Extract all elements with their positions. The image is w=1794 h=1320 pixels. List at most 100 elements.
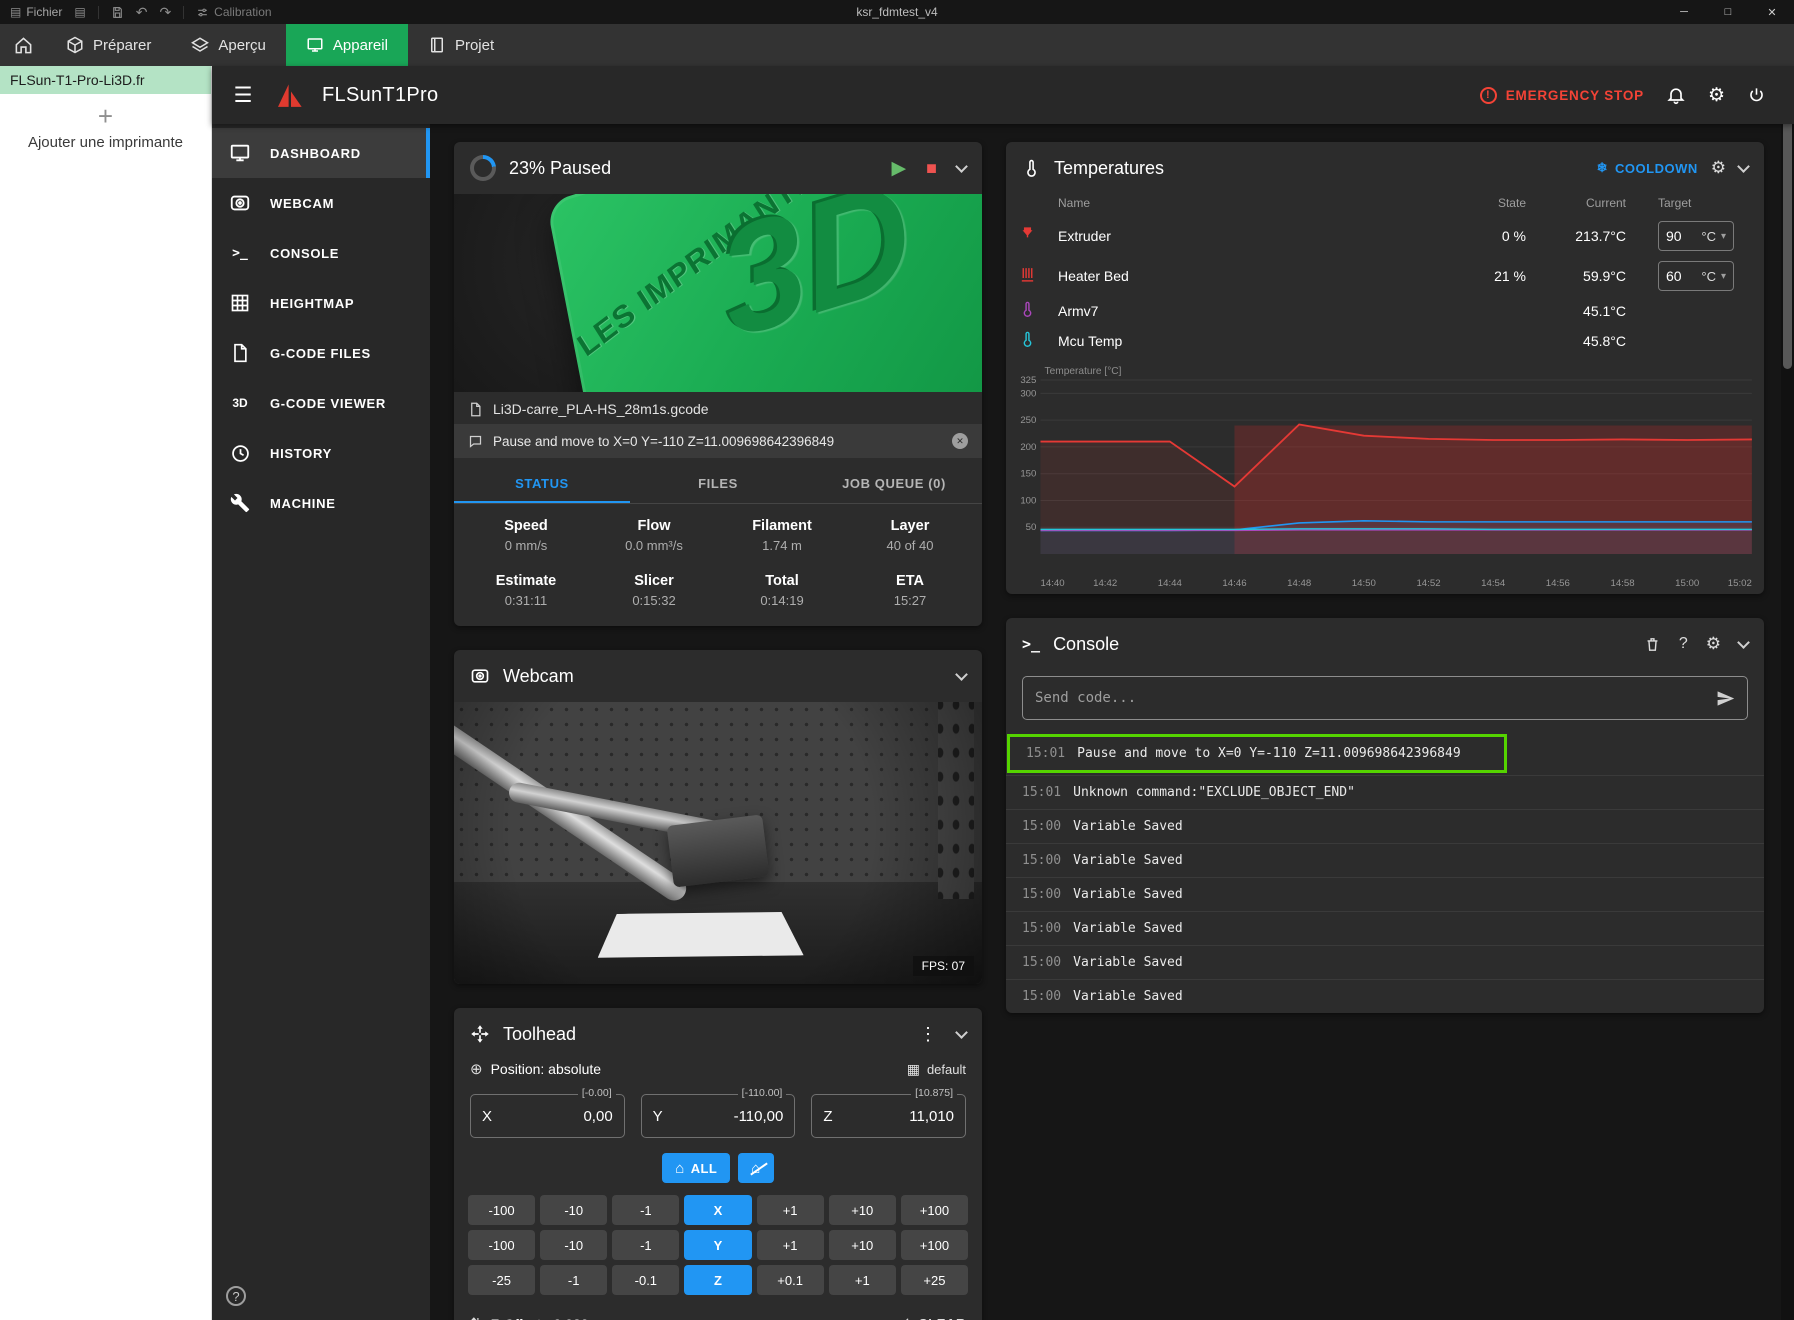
dismiss-message-icon[interactable]: ✕ xyxy=(952,433,968,449)
home-all-button[interactable]: ⌂ ALL xyxy=(662,1153,731,1183)
move-button[interactable]: -25 xyxy=(468,1265,536,1295)
temp-settings-gear-icon[interactable]: ⚙ xyxy=(1711,158,1726,178)
nav-item-history[interactable]: HISTORY xyxy=(212,428,430,478)
move-button[interactable]: +1 xyxy=(828,1265,896,1295)
move-button[interactable]: -100 xyxy=(468,1195,536,1225)
console-entry[interactable]: 15:01 Pause and move to X=0 Y=-110 Z=11.… xyxy=(1010,737,1504,770)
console-entry[interactable]: 15:00 Variable Saved xyxy=(1006,979,1764,1013)
file-menu[interactable]: ▤ Fichier xyxy=(10,5,62,19)
maximize-button[interactable]: □ xyxy=(1706,0,1750,24)
emergency-stop-button[interactable]: ! EMERGENCY STOP xyxy=(1479,86,1644,104)
console-entry[interactable]: 15:00 Variable Saved xyxy=(1006,843,1764,877)
console-entry[interactable]: 15:00 Variable Saved xyxy=(1006,809,1764,843)
move-button[interactable]: +1 xyxy=(756,1230,824,1260)
heater-current: 45.8°C xyxy=(1583,333,1626,349)
close-button[interactable]: ✕ xyxy=(1750,0,1794,24)
temperature-table: Name State Current Target Extruder 0 % 2… xyxy=(1006,194,1764,356)
tab-preparer[interactable]: Préparer xyxy=(46,24,171,66)
collapse-chevron-icon[interactable] xyxy=(955,1025,968,1039)
motors-off-button[interactable]: ⌂ xyxy=(738,1153,774,1183)
collapse-chevron-icon[interactable] xyxy=(1737,159,1750,173)
kebab-menu-icon[interactable]: ⋮ xyxy=(919,1024,937,1045)
help-icon[interactable]: ? xyxy=(226,1286,246,1306)
nav-item-dashboard[interactable]: DASHBOARD xyxy=(212,128,430,178)
move-button[interactable]: -10 xyxy=(540,1230,608,1260)
move-button[interactable]: -100 xyxy=(468,1230,536,1260)
caret-down-icon[interactable]: ▾ xyxy=(1721,271,1726,282)
minimize-button[interactable]: ─ xyxy=(1662,0,1706,24)
stat-filament: Filament 1.74 m xyxy=(752,518,812,553)
speed-profile-label[interactable]: default xyxy=(927,1062,966,1077)
console-entry[interactable]: 15:00 Variable Saved xyxy=(1006,911,1764,945)
move-button[interactable]: +100 xyxy=(900,1230,968,1260)
resume-print-icon[interactable]: ▶ xyxy=(892,157,907,180)
ui-settings-gear-icon[interactable]: ⚙ xyxy=(1708,84,1725,107)
tab-appareil[interactable]: Appareil xyxy=(285,24,408,66)
print-object-render: LES IMPRIMANTES 3D .FR xyxy=(546,194,982,392)
cancel-print-icon[interactable]: ■ xyxy=(926,158,937,179)
home-tab-button[interactable] xyxy=(0,24,46,66)
nav-item-label: DASHBOARD xyxy=(270,145,361,161)
add-printer-label[interactable]: Ajouter une imprimante xyxy=(0,134,211,151)
nozzle-icon xyxy=(1019,226,1036,243)
move-button[interactable]: -10 xyxy=(540,1195,608,1225)
tab-apercu[interactable]: Aperçu xyxy=(171,24,286,66)
z-limit-label: [10.875] xyxy=(911,1087,958,1099)
home-y-button[interactable]: Y xyxy=(684,1230,752,1260)
y-position-field[interactable]: [-110.00] Y -110,00 xyxy=(640,1087,796,1138)
move-button[interactable]: -1 xyxy=(540,1265,608,1295)
move-button[interactable]: +10 xyxy=(828,1195,896,1225)
console-entry[interactable]: 15:01 Unknown command:"EXCLUDE_OBJECT_EN… xyxy=(1006,775,1764,809)
add-printer-plus-icon[interactable]: + xyxy=(0,100,211,132)
page-scrollbar[interactable] xyxy=(1781,66,1794,1320)
z-position-field[interactable]: [10.875] Z 11,010 xyxy=(811,1087,967,1138)
console-entry[interactable]: 15:00 Variable Saved xyxy=(1006,877,1764,911)
heater-bed-target-input[interactable]: 60 °C ▾ xyxy=(1658,261,1734,291)
notifications-bell-icon[interactable] xyxy=(1666,85,1686,105)
cooldown-button[interactable]: ❄ COOLDOWN xyxy=(1597,160,1698,176)
move-button[interactable]: +1 xyxy=(756,1195,824,1225)
heater-bed-icon xyxy=(1019,266,1036,283)
move-button[interactable]: -1 xyxy=(612,1195,680,1225)
collapse-chevron-icon[interactable] xyxy=(1737,635,1750,649)
collapse-chevron-icon[interactable] xyxy=(955,667,968,681)
caret-down-icon[interactable]: ▾ xyxy=(1721,231,1726,242)
webcam-vignette xyxy=(454,702,982,984)
extruder-target-input[interactable]: 90 °C ▾ xyxy=(1658,221,1734,251)
move-button[interactable]: +100 xyxy=(900,1195,968,1225)
nav-item-gcode-files[interactable]: G-CODE FILES xyxy=(212,328,430,378)
collapse-chevron-icon[interactable] xyxy=(955,159,968,173)
tab-status[interactable]: STATUS xyxy=(454,462,630,503)
save-icon[interactable] xyxy=(111,6,124,19)
tab-projet[interactable]: Projet xyxy=(408,24,514,66)
send-icon[interactable] xyxy=(1716,689,1735,708)
undo-icon[interactable]: ↶ xyxy=(136,4,148,21)
move-button[interactable]: -1 xyxy=(612,1230,680,1260)
home-x-button[interactable]: X xyxy=(684,1195,752,1225)
nav-item-console[interactable]: >_ CONSOLE xyxy=(212,228,430,278)
hamburger-menu-icon[interactable]: ☰ xyxy=(226,83,260,108)
calibration-menu[interactable]: Calibration xyxy=(196,5,272,19)
tab-files[interactable]: FILES xyxy=(630,462,806,503)
console-help-icon[interactable]: ? xyxy=(1679,635,1688,653)
move-button[interactable]: +0.1 xyxy=(756,1265,824,1295)
new-document-icon[interactable]: ▤ xyxy=(74,5,85,19)
move-button[interactable]: -0.1 xyxy=(612,1265,680,1295)
console-input[interactable] xyxy=(1035,690,1706,706)
nav-item-gcode-viewer[interactable]: 3D G-CODE VIEWER xyxy=(212,378,430,428)
console-settings-gear-icon[interactable]: ⚙ xyxy=(1706,634,1721,654)
move-button[interactable]: +25 xyxy=(900,1265,968,1295)
console-entry[interactable]: 15:00 Variable Saved xyxy=(1006,945,1764,979)
nav-item-machine[interactable]: MACHINE xyxy=(212,478,430,528)
nav-item-webcam[interactable]: WEBCAM xyxy=(212,178,430,228)
power-icon[interactable] xyxy=(1747,86,1766,105)
nav-item-heightmap[interactable]: HEIGHTMAP xyxy=(212,278,430,328)
trash-icon[interactable] xyxy=(1644,636,1661,653)
clear-z-offset-button[interactable]: CLEAR xyxy=(897,1316,966,1320)
printer-item-selected[interactable]: FLSun-T1-Pro-Li3D.fr xyxy=(0,66,211,94)
redo-icon[interactable]: ↷ xyxy=(159,4,171,21)
tab-job-queue[interactable]: JOB QUEUE (0) xyxy=(806,462,982,503)
move-button[interactable]: +10 xyxy=(828,1230,896,1260)
home-z-button[interactable]: Z xyxy=(684,1265,752,1295)
x-position-field[interactable]: [-0.00] X 0,00 xyxy=(470,1087,625,1138)
